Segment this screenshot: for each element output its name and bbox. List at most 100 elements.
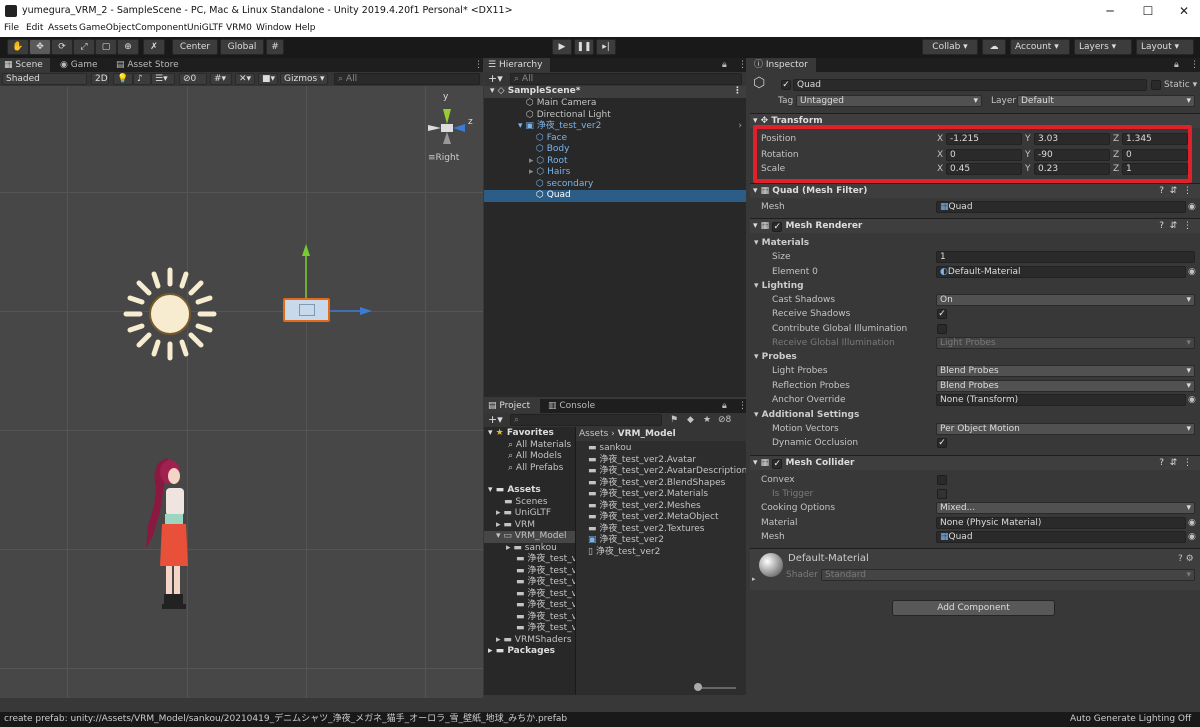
tree-model-folder[interactable]: ▬ 浄夜_test_ver2 bbox=[484, 577, 575, 589]
rotate-tool-button[interactable]: ⟳ bbox=[51, 39, 73, 55]
file-item[interactable]: ▬ 浄夜_test_ver2.Meshes bbox=[576, 501, 746, 513]
hierarchy-lock-icon[interactable]: 🔒︎ bbox=[718, 58, 731, 72]
file-item[interactable]: ▬ 浄夜_test_ver2.MetaObject bbox=[576, 512, 746, 524]
menu-unigltf[interactable]: UniGLTF bbox=[187, 23, 223, 33]
favorite-star-icon[interactable]: ★ bbox=[703, 414, 711, 426]
tree-model-folder[interactable]: ▬ 浄夜_test_ver2 bbox=[484, 566, 575, 578]
tree-vrm-model[interactable]: ▾ ▭ VRM_Model bbox=[484, 531, 575, 543]
filter-label-icon[interactable]: ◆ bbox=[687, 414, 694, 426]
contribute-gi-checkbox[interactable] bbox=[937, 324, 947, 334]
menu-gameobject[interactable]: GameObject bbox=[79, 23, 135, 33]
menu-edit[interactable]: Edit bbox=[26, 23, 43, 33]
hierarchy-item-root[interactable]: ▸ ⬡ Root bbox=[484, 156, 746, 168]
step-button[interactable]: ▸| bbox=[596, 39, 616, 55]
shader-dropdown[interactable]: Standard ▾ bbox=[821, 569, 1195, 581]
minimize-button[interactable]: ─ bbox=[1092, 2, 1128, 20]
hierarchy-item-directional-light[interactable]: ⬡ Directional Light bbox=[484, 110, 746, 122]
menu-vrm0[interactable]: VRM0 bbox=[226, 23, 252, 33]
object-picker-icon[interactable]: ◉ bbox=[1188, 394, 1196, 406]
tree-model-folder[interactable]: ▬ 浄夜_test_ver2 bbox=[484, 600, 575, 612]
mesh-filter-header[interactable]: ▾ ▦ Quad (Mesh Filter)? ⇵ ⋮ bbox=[750, 183, 1200, 198]
view-orientation-label[interactable]: ≡Right bbox=[428, 152, 459, 164]
file-item[interactable]: ▬ 浄夜_test_ver2.AvatarDescription bbox=[576, 466, 746, 478]
foldout-arrow-icon[interactable]: ▸ bbox=[752, 573, 756, 585]
hierarchy-menu-icon[interactable]: ⋮ bbox=[734, 58, 751, 72]
move-tool-button[interactable]: ✥ bbox=[29, 39, 51, 55]
lighting-toggle-icon[interactable]: 💡 bbox=[113, 73, 133, 85]
static-checkbox[interactable] bbox=[1151, 80, 1161, 90]
tree-model-folder[interactable]: ▬ 浄夜_test_ver2 bbox=[484, 612, 575, 624]
audio-toggle-icon[interactable]: ♪ bbox=[133, 73, 151, 85]
project-lock-icon[interactable]: 🔒︎ bbox=[718, 399, 731, 413]
file-item[interactable]: ▬ sankou bbox=[576, 443, 746, 455]
breadcrumb-vrm-model[interactable]: VRM_Model bbox=[618, 429, 676, 439]
shading-dropdown[interactable]: Shaded bbox=[2, 73, 87, 85]
quad-object[interactable] bbox=[283, 298, 330, 322]
project-menu-icon[interactable]: ⋮ bbox=[734, 399, 751, 413]
materials-foldout[interactable]: ▾ Materials bbox=[754, 237, 809, 249]
tree-sankou[interactable]: ▸ ▬ sankou bbox=[484, 543, 575, 555]
active-checkbox[interactable]: ✓ bbox=[781, 80, 791, 90]
layer-dropdown[interactable]: Default ▾ bbox=[1017, 95, 1195, 107]
project-create-icon[interactable]: +▾ bbox=[488, 414, 503, 426]
hierarchy-item-secondary[interactable]: ⬡ secondary bbox=[484, 179, 746, 191]
tab-game[interactable]: ◉ Game bbox=[56, 58, 106, 72]
tree-all-models[interactable]: ⌕ All Models bbox=[484, 451, 575, 463]
motion-vectors-dropdown[interactable]: Per Object Motion ▾ bbox=[936, 423, 1195, 435]
pause-button[interactable]: ❚❚ bbox=[574, 39, 594, 55]
tab-console[interactable]: ▥ Console bbox=[544, 399, 600, 413]
add-component-button[interactable]: Add Component bbox=[892, 600, 1055, 616]
file-item[interactable]: ▣ 浄夜_test_ver2 bbox=[576, 535, 746, 547]
maximize-button[interactable]: ☐ bbox=[1130, 2, 1166, 20]
icon-size-slider[interactable] bbox=[696, 687, 736, 689]
file-item[interactable]: ▬ 浄夜_test_ver2.Textures bbox=[576, 524, 746, 536]
tree-assets[interactable]: ▾ ▬ Assets bbox=[484, 485, 575, 497]
hidden-objects-toggle[interactable]: ⊘0 bbox=[179, 73, 207, 85]
hierarchy-item-hairs[interactable]: ▸ ⬡ Hairs bbox=[484, 167, 746, 179]
reflection-probes-dropdown[interactable]: Blend Probes ▾ bbox=[936, 380, 1195, 392]
static-label[interactable]: Static ▾ bbox=[1164, 79, 1197, 91]
close-button[interactable]: ✕ bbox=[1166, 2, 1200, 20]
tab-project[interactable]: ▤ Project bbox=[484, 399, 540, 413]
size-input[interactable]: 1 bbox=[936, 251, 1195, 263]
file-item[interactable]: ▬ 浄夜_test_ver2.Avatar bbox=[576, 455, 746, 467]
hierarchy-item-main-camera[interactable]: ⬡ Main Camera bbox=[484, 98, 746, 110]
mode-2d-button[interactable]: 2D bbox=[91, 73, 109, 85]
convex-checkbox[interactable] bbox=[937, 475, 947, 485]
menu-component[interactable]: Component bbox=[135, 23, 187, 33]
light-probes-dropdown[interactable]: Blend Probes ▾ bbox=[936, 365, 1195, 377]
tree-favorites[interactable]: ▾ ★ Favorites bbox=[484, 428, 575, 440]
layers-dropdown[interactable]: Layers ▾ bbox=[1074, 39, 1132, 55]
directional-light-icon[interactable] bbox=[122, 266, 218, 362]
collider-mesh-field[interactable]: ▦Quad bbox=[936, 531, 1186, 543]
object-picker-icon[interactable]: ◉ bbox=[1188, 531, 1196, 543]
hierarchy-item-body[interactable]: ⬡ Body bbox=[484, 144, 746, 156]
tab-asset-store[interactable]: ▤ Asset Store bbox=[112, 58, 182, 72]
probes-foldout[interactable]: ▾ Probes bbox=[754, 351, 797, 363]
hierarchy-scene-row[interactable]: ▾ ◇ SampleScene* ⋮ bbox=[484, 86, 746, 98]
hand-tool-button[interactable]: ✋ bbox=[7, 39, 29, 55]
scene-search-input[interactable]: ⌕ All bbox=[334, 73, 480, 85]
hierarchy-item-model[interactable]: ▾ ▣ 浄夜_test_ver2 › bbox=[484, 121, 746, 133]
tree-vrmshaders[interactable]: ▸ ▬ VRMShaders bbox=[484, 635, 575, 647]
menu-window[interactable]: Window bbox=[256, 23, 292, 33]
tree-all-prefabs[interactable]: ⌕ All Prefabs bbox=[484, 463, 575, 475]
tree-model-folder[interactable]: ▬ 浄夜_test_ver2 bbox=[484, 623, 575, 635]
grid-snap-button[interactable]: # bbox=[266, 39, 284, 55]
collider-material-field[interactable]: None (Physic Material) bbox=[936, 517, 1186, 529]
collab-button[interactable]: Collab ▾ bbox=[922, 39, 978, 55]
hierarchy-item-face[interactable]: ⬡ Face bbox=[484, 133, 746, 145]
layout-dropdown[interactable]: Layout ▾ bbox=[1136, 39, 1194, 55]
filter-type-icon[interactable]: ⚑ bbox=[670, 414, 678, 426]
tab-scene[interactable]: ▦ Scene bbox=[0, 58, 50, 72]
tab-hierarchy[interactable]: ☰ Hierarchy bbox=[484, 58, 550, 72]
breadcrumb-assets[interactable]: Assets bbox=[579, 429, 608, 439]
lighting-foldout[interactable]: ▾ Lighting bbox=[754, 280, 804, 292]
object-picker-icon[interactable]: ◉ bbox=[1188, 201, 1196, 213]
tree-vrm[interactable]: ▸ ▬ VRM bbox=[484, 520, 575, 532]
custom-tool-button[interactable]: ✗ bbox=[143, 39, 165, 55]
cloud-icon[interactable]: ☁ bbox=[982, 39, 1006, 55]
gizmos-dropdown[interactable]: Gizmos ▾ bbox=[280, 73, 328, 85]
scale-tool-button[interactable]: ⤢ bbox=[73, 39, 95, 55]
menu-assets[interactable]: Assets bbox=[48, 23, 77, 33]
